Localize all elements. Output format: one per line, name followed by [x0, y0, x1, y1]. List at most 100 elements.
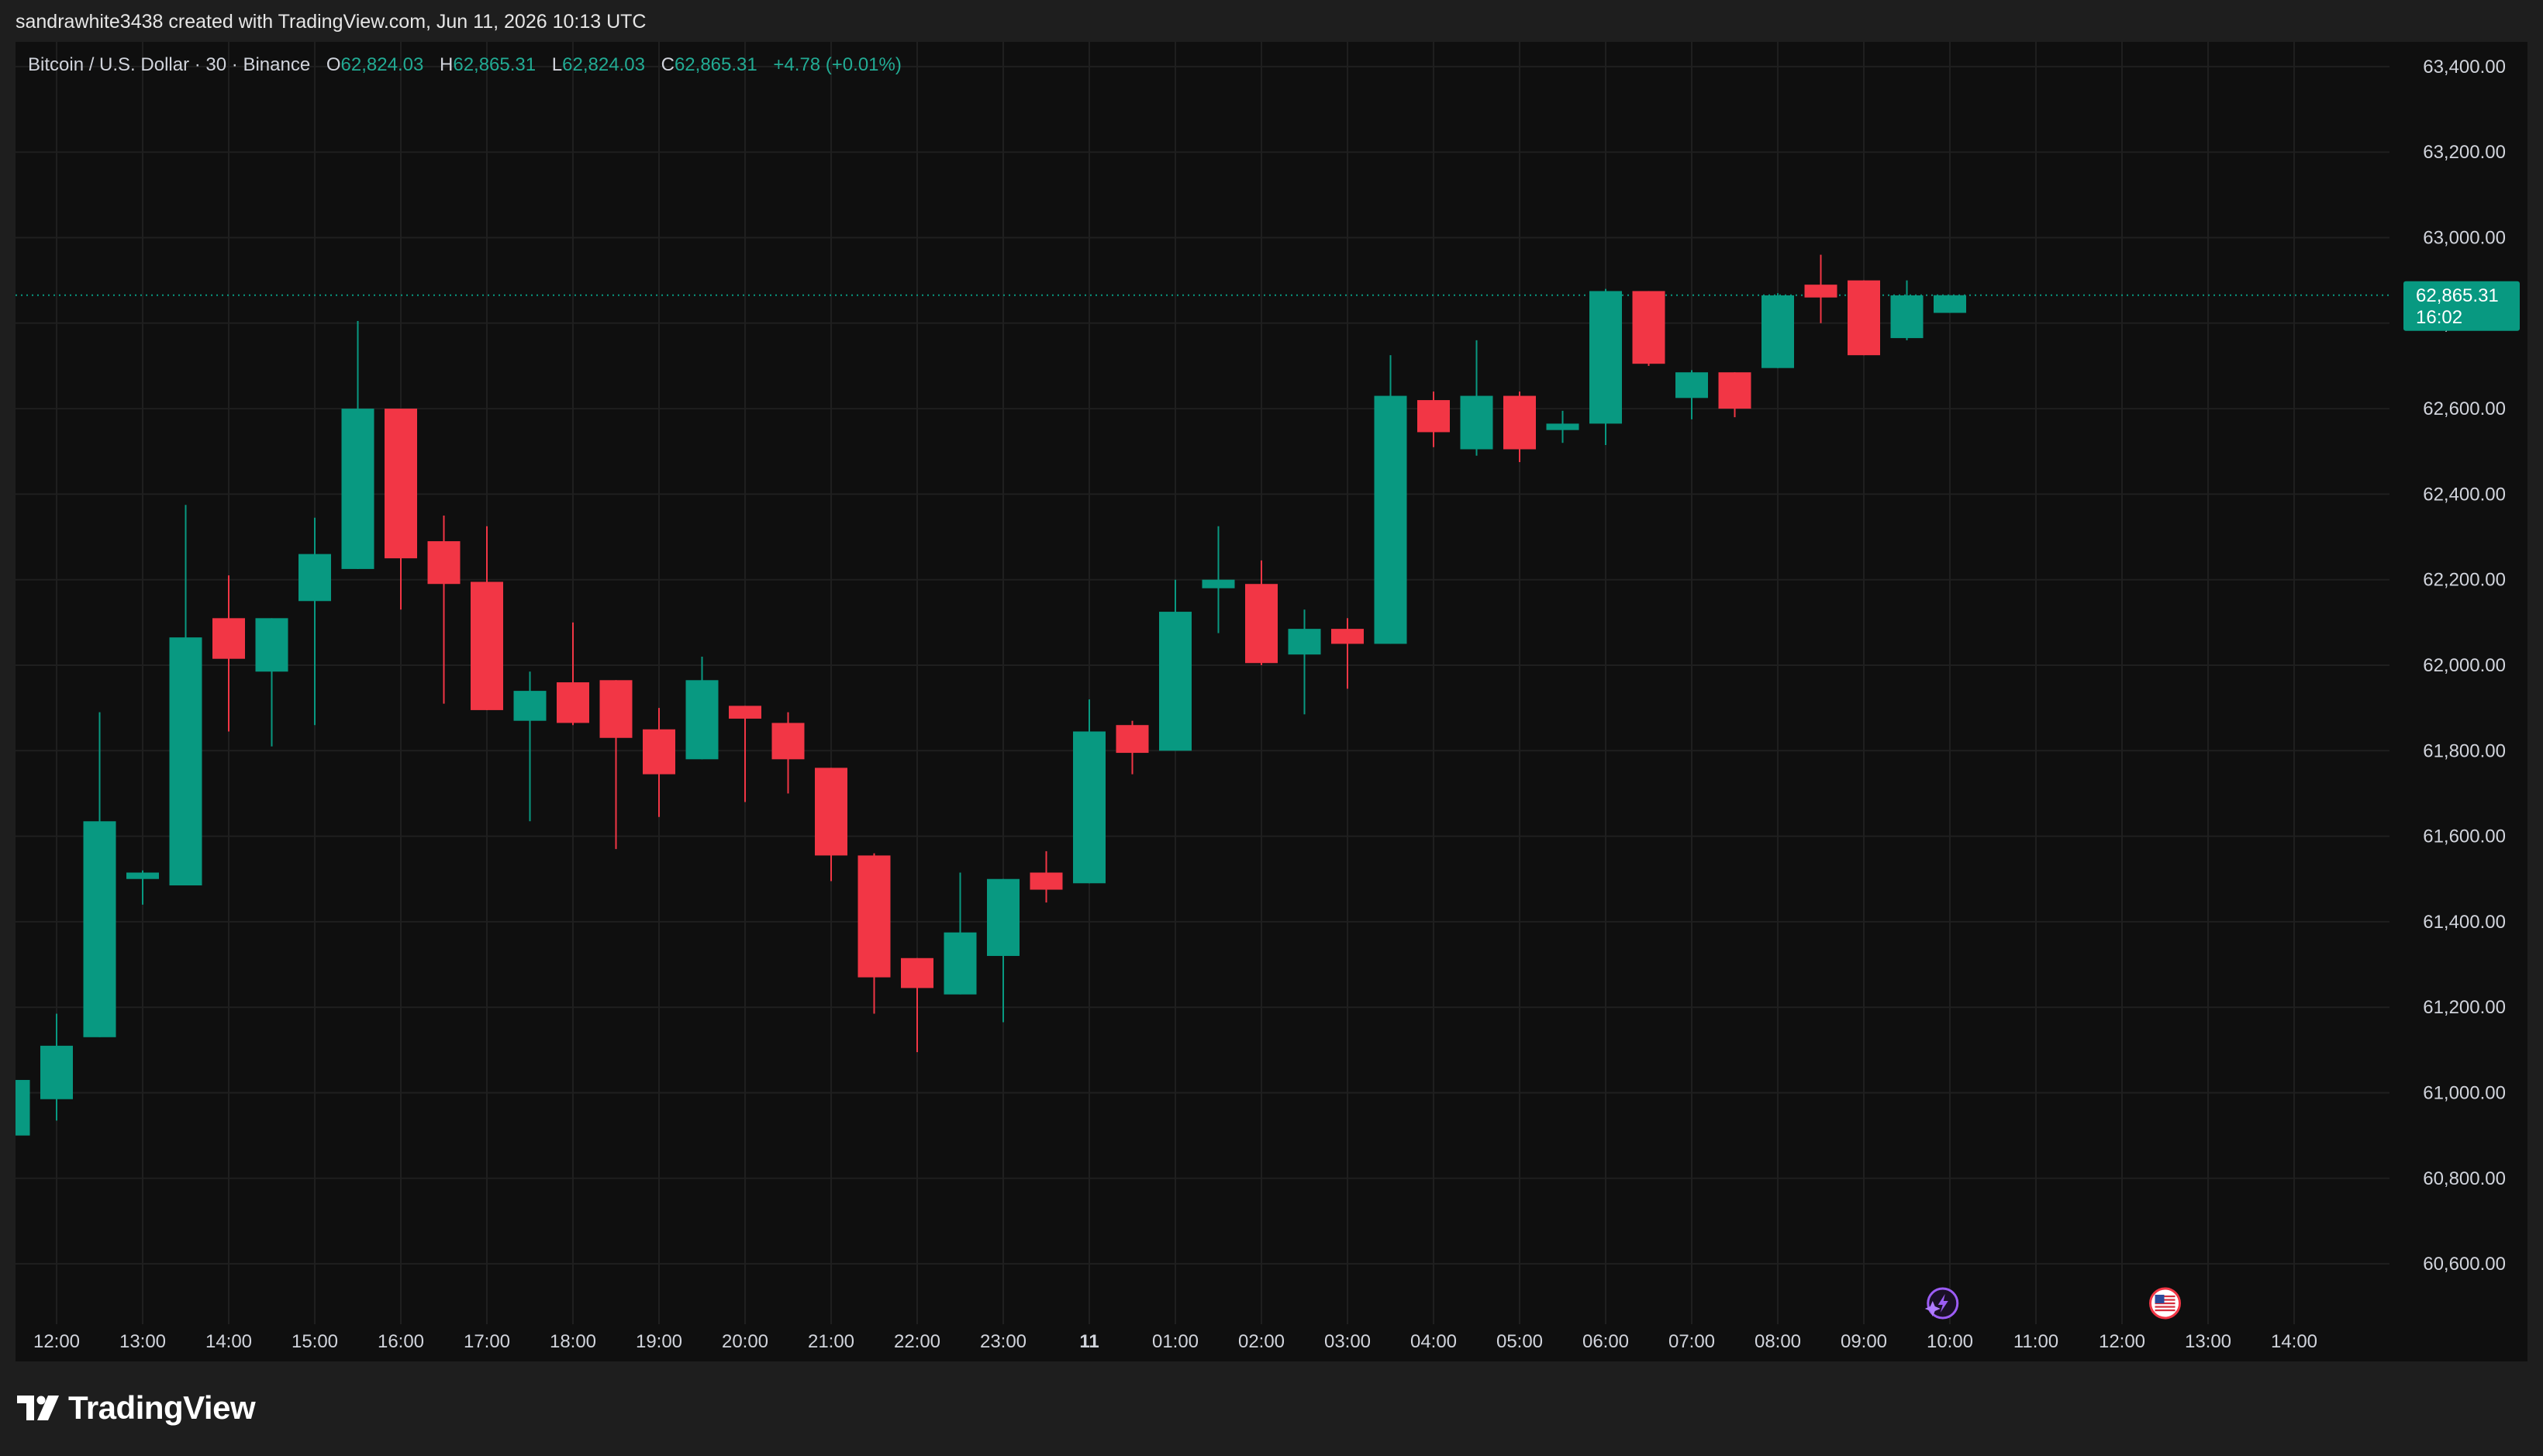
candle	[212, 575, 245, 732]
candle-body	[1804, 285, 1837, 298]
legend-low-value: 62,824.03	[562, 54, 645, 75]
candle	[1417, 392, 1450, 447]
candle-body	[126, 872, 159, 879]
candle-body	[1202, 579, 1235, 588]
candle-body	[771, 723, 805, 760]
candle-body	[729, 706, 761, 719]
candle-body	[1288, 629, 1321, 655]
candle	[40, 1013, 73, 1121]
time-tick-label: 03:00	[1324, 1331, 1371, 1352]
legend-open-value: 62,824.03	[340, 54, 424, 75]
candle	[1460, 340, 1493, 456]
candle	[685, 656, 719, 760]
candle-body	[1761, 295, 1794, 368]
candle	[255, 618, 288, 747]
time-tick-label: 13:00	[119, 1331, 166, 1352]
candle-body	[1934, 295, 1966, 313]
candle-body	[1073, 731, 1106, 884]
candle-body	[1116, 725, 1149, 754]
candle	[126, 870, 159, 905]
candle	[901, 957, 933, 1053]
candle-body	[944, 932, 977, 995]
last-price-tag: 62,865.3116:02	[2403, 281, 2520, 331]
candle-body	[1848, 280, 1880, 356]
candle	[1116, 720, 1149, 775]
legend-symbol[interactable]: Bitcoin / U.S. Dollar	[28, 54, 189, 75]
tradingview-logo-icon	[17, 1396, 59, 1420]
candle-body	[385, 409, 417, 559]
time-tick-label: 19:00	[636, 1331, 682, 1352]
candle	[1245, 560, 1278, 665]
legend-open-label: O	[326, 54, 341, 75]
price-tick-label: 62,400.00	[2423, 484, 2506, 505]
candle	[471, 526, 503, 710]
price-axis[interactable]: 60,600.00 60,800.00 61,000.00 61,200.00 61,4…	[2423, 57, 2506, 1275]
legend-interval[interactable]: 30	[205, 54, 226, 75]
candle-body	[1718, 372, 1751, 409]
price-tick-label: 62,000.00	[2423, 655, 2506, 676]
candle	[16, 1079, 30, 1136]
price-tick-label: 60,600.00	[2423, 1254, 2506, 1275]
time-tick-label: 16:00	[378, 1331, 424, 1352]
candle	[557, 622, 589, 726]
grid-layer	[16, 42, 2389, 1324]
candle-body	[685, 680, 719, 760]
time-tick-label: 12:00	[2099, 1331, 2145, 1352]
lightning-event-icon[interactable]	[1924, 1287, 1959, 1320]
legend-close-value: 62,865.31	[674, 54, 757, 75]
time-tick-label: 02:00	[1238, 1331, 1285, 1352]
time-axis[interactable]: 12:00 13:00 14:00 15:00 16:00 17:00 18:00 19:00…	[33, 1331, 2317, 1352]
legend-high-label: H	[440, 54, 454, 75]
time-tick-label: 04:00	[1410, 1331, 1457, 1352]
last-price-value: 62,865.31	[2416, 285, 2499, 306]
candle-body	[1417, 400, 1450, 433]
price-tick-label: 60,800.00	[2423, 1168, 2506, 1189]
candle-body	[901, 957, 933, 988]
candle	[1632, 291, 1665, 366]
candle	[1890, 280, 1924, 340]
time-tick-label: 18:00	[550, 1331, 596, 1352]
candle-body	[471, 581, 503, 710]
time-tick-label: 14:00	[205, 1331, 252, 1352]
candle-body	[643, 729, 675, 775]
price-tick-label: 61,400.00	[2423, 912, 2506, 933]
candle-body	[513, 691, 547, 721]
candle-body	[298, 554, 331, 602]
candle	[427, 515, 461, 704]
candle-body	[169, 637, 202, 886]
time-tick-label: 14:00	[2271, 1331, 2317, 1352]
candle	[599, 680, 633, 850]
price-tick-label: 63,000.00	[2423, 228, 2506, 249]
candle-body	[427, 541, 461, 585]
candle	[1675, 370, 1708, 419]
candle	[1331, 618, 1364, 689]
candle-body	[1460, 395, 1493, 450]
time-tick-label: 09:00	[1841, 1331, 1887, 1352]
time-tick-label: 22:00	[894, 1331, 940, 1352]
candle	[857, 853, 891, 1014]
candlestick-chart[interactable]: 60,600.00 60,800.00 61,000.00 61,200.00 61,4…	[16, 42, 2527, 1361]
symbol-legend: Bitcoin / U.S. Dollar · 30 · Binance O62…	[28, 54, 902, 75]
candle	[643, 708, 675, 817]
candle	[298, 517, 331, 726]
candle	[729, 706, 761, 802]
candle	[1374, 355, 1407, 644]
candle-body	[255, 618, 288, 672]
legend-high-value: 62,865.31	[453, 54, 537, 75]
candle	[1546, 410, 1579, 443]
candle-body	[599, 680, 633, 738]
legend-exchange[interactable]: Binance	[243, 54, 310, 75]
candle-body	[40, 1045, 73, 1099]
tradingview-logo[interactable]: TradingView	[17, 1389, 256, 1427]
candle-body	[1374, 395, 1407, 644]
candle	[1804, 254, 1837, 323]
chart-pane[interactable]: 60,600.00 60,800.00 61,000.00 61,200.00 61,4…	[16, 42, 2527, 1361]
candle-body	[815, 768, 847, 856]
candle	[1159, 579, 1192, 751]
candle	[944, 872, 977, 995]
time-tick-label: 23:00	[980, 1331, 1027, 1352]
price-tick-label: 61,200.00	[2423, 997, 2506, 1018]
candle-body	[341, 409, 374, 569]
us-flag-event-icon[interactable]	[2149, 1287, 2181, 1320]
legend-close-label: C	[661, 54, 675, 75]
